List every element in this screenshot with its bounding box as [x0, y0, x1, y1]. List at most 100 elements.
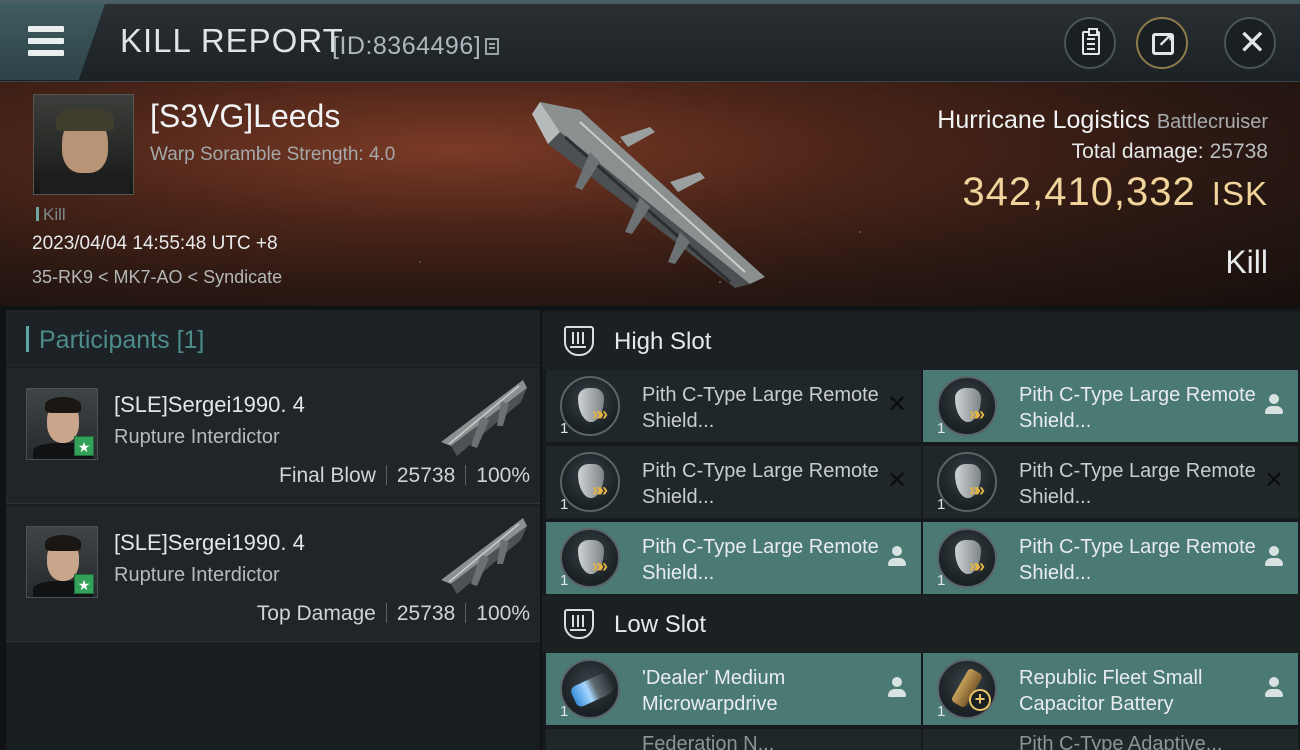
close-icon: ✕: [1238, 24, 1267, 62]
low-slot-icon: [564, 609, 594, 639]
module-item-partial[interactable]: Federation N...: [546, 729, 921, 750]
module-item[interactable]: »» 1 Pith C-Type Large Remote Shield...: [546, 522, 921, 594]
module-name: 'Dealer' Medium Microwarpdrive: [642, 667, 786, 715]
dropped-icon: [1264, 546, 1284, 568]
module-item-partial[interactable]: Pith C-Type Adaptive...: [923, 729, 1298, 750]
shield-booster-icon: »»: [937, 528, 997, 588]
victim-subtitle: Warp Soramble Strength: 4.0: [150, 144, 396, 165]
shield-booster-icon: »»: [560, 376, 620, 436]
high-slot-icon: [564, 326, 594, 356]
dropped-icon: [1264, 677, 1284, 699]
participant-percent: 100%: [476, 602, 530, 625]
destroyed-icon: ✕: [1264, 467, 1285, 494]
module-quantity: 1: [937, 703, 946, 720]
participants-title-text: Participants: [39, 326, 170, 354]
isk-amount: 342,410,332: [962, 170, 1196, 214]
top-strip: [0, 0, 1300, 4]
participants-header: Participants [1]: [6, 310, 540, 366]
capacitor-battery-icon: +: [937, 659, 997, 719]
ship-name-text: Hurricane Logistics: [937, 106, 1150, 134]
menu-button[interactable]: [0, 4, 105, 80]
kill-time: 2023/04/04 14:55:48 UTC +8: [32, 233, 278, 254]
dropped-icon: [887, 546, 907, 568]
module-quantity: 1: [937, 572, 946, 589]
participant-stats: Top Damage 25738 100%: [257, 602, 530, 626]
report-id[interactable]: [ID:8364496]: [332, 32, 500, 61]
participant-name: [SLE]Sergei1990. 4: [114, 530, 305, 555]
microwarpdrive-icon: [560, 659, 620, 719]
participant-ship-image: [441, 380, 527, 456]
module-quantity: 1: [937, 496, 946, 513]
participant-role: Final Blow: [279, 464, 376, 487]
module-quantity: 1: [937, 420, 946, 437]
isk-unit: ISK: [1211, 175, 1268, 212]
low-slot-header: Low Slot: [542, 595, 1300, 653]
copy-icon[interactable]: [485, 38, 500, 55]
victim-banner: [S3VG]Leeds Warp Soramble Strength: 4.0 …: [0, 82, 1300, 306]
module-item[interactable]: »» 1 Pith C-Type Large Remote Shield...: [923, 370, 1298, 442]
participants-title: Participants [1]: [26, 326, 204, 355]
isk-value: 342,410,332 ISK: [962, 170, 1268, 215]
participant-damage: 25738: [396, 602, 456, 625]
star-icon: ★: [74, 574, 94, 594]
module-name: Pith C-Type Large Remote Shield...: [642, 536, 879, 584]
module-name: Pith C-Type Large Remote Shield...: [642, 384, 879, 432]
module-item[interactable]: »» 1 Pith C-Type Large Remote Shield...: [923, 522, 1298, 594]
high-slot-header: High Slot: [542, 312, 1300, 370]
module-item[interactable]: 1 'Dealer' Medium Microwarpdrive: [546, 653, 921, 725]
victim-ship-image[interactable]: [520, 92, 780, 292]
high-slot-label: High Slot: [614, 328, 712, 355]
module-item[interactable]: + 1 Republic Fleet Small Capacitor Batte…: [923, 653, 1298, 725]
total-damage: Total damage: 25738: [1072, 140, 1268, 164]
module-quantity: 1: [560, 703, 569, 720]
total-damage-label: Total damage:: [1071, 140, 1204, 163]
participants-count: [1]: [176, 326, 205, 354]
low-slot-label: Low Slot: [614, 611, 707, 638]
shield-booster-icon: »»: [937, 376, 997, 436]
module-item[interactable]: »» 1 Pith C-Type Large Remote Shield... …: [923, 446, 1298, 518]
module-quantity: 1: [560, 420, 569, 437]
dropped-icon: [1264, 394, 1284, 416]
participants-panel: Participants [1] ★ [SLE]Sergei1990. 4 Ru…: [6, 310, 540, 750]
module-name: Pith C-Type Large Remote Shield...: [642, 460, 879, 508]
participant-stats: Final Blow 25738 100%: [279, 464, 530, 488]
participant-percent: 100%: [476, 464, 530, 487]
destroyed-icon: ✕: [887, 467, 908, 494]
victim-name[interactable]: [S3VG]Leeds: [150, 98, 340, 135]
top-bar: KILL REPORT [ID:8364496] ✕: [0, 0, 1300, 82]
participant-name: [SLE]Sergei1990. 4: [114, 392, 305, 417]
fitting-panel: High Slot »» 1 Pith C-Type Large Remote …: [542, 310, 1300, 750]
participant-ship: Rupture Interdictor: [114, 426, 280, 448]
total-damage-value: 25738: [1209, 140, 1268, 163]
kill-location[interactable]: 35-RK9 < MK7-AO < Syndicate: [32, 267, 282, 288]
shield-booster-icon: »»: [560, 452, 620, 512]
share-icon: [1152, 28, 1174, 55]
report-id-text: [ID:8364496]: [332, 32, 482, 60]
participant-card[interactable]: ★ [SLE]Sergei1990. 4 Rupture Interdictor…: [6, 368, 540, 504]
kill-tag-label: Kill: [43, 205, 66, 224]
participant-role: Top Damage: [256, 602, 376, 625]
page-title: KILL REPORT: [120, 22, 344, 59]
share-button[interactable]: [1136, 17, 1188, 69]
destroyed-icon: ✕: [887, 391, 908, 418]
ship-name[interactable]: Hurricane Logistics Battlecruiser: [937, 106, 1268, 135]
module-name: Republic Fleet Small Capacitor Battery: [1019, 667, 1203, 715]
participant-ship-image: [441, 518, 527, 594]
participant-card[interactable]: ★ [SLE]Sergei1990. 4 Rupture Interdictor…: [6, 506, 540, 642]
victim-portrait[interactable]: [33, 94, 134, 195]
shield-booster-icon: »»: [937, 452, 997, 512]
dropped-icon: [887, 677, 907, 699]
module-name: Pith C-Type Large Remote Shield...: [1019, 536, 1256, 584]
star-icon: ★: [74, 436, 94, 456]
module-item[interactable]: »» 1 Pith C-Type Large Remote Shield... …: [546, 446, 921, 518]
clipboard-button[interactable]: [1064, 17, 1116, 69]
close-button[interactable]: ✕: [1224, 17, 1276, 69]
shield-booster-icon: »»: [560, 528, 620, 588]
module-name: Pith C-Type Large Remote Shield...: [1019, 460, 1256, 508]
module-item[interactable]: »» 1 Pith C-Type Large Remote Shield... …: [546, 370, 921, 442]
module-name: Pith C-Type Adaptive...: [1019, 733, 1223, 750]
module-quantity: 1: [560, 496, 569, 513]
menu-icon: [28, 26, 64, 56]
kill-tag: Kill: [36, 205, 66, 225]
ship-class: Battlecruiser: [1156, 111, 1268, 133]
